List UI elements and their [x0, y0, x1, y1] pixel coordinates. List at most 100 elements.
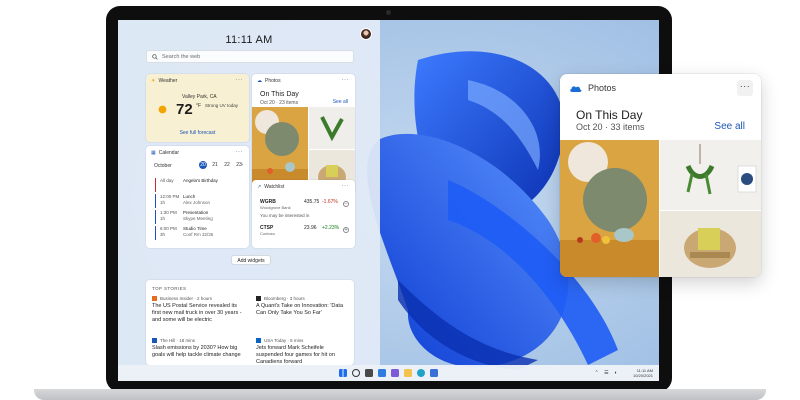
photos-popout-card[interactable]: Photos ··· On This Day Oct 20 · 33 items… — [560, 74, 761, 277]
taskbar-clock[interactable]: 11:11 AM 10/20/2021 — [633, 368, 653, 378]
event-subtitle: Alex Johnson — [183, 200, 211, 205]
news-headline: Jets forward Mark Scheifele suspended fo… — [256, 345, 335, 365]
news-story[interactable]: Business Insider · 2 hours The US Postal… — [152, 296, 247, 324]
photos-widget[interactable]: ☁ Photos ··· On This Day Oct 20 · 23 ite… — [252, 74, 355, 195]
news-headline: Slash emissions by 2030? How big goals w… — [152, 345, 241, 358]
top-stories-label: TOP STORIES — [152, 286, 187, 291]
watchlist-more-button[interactable]: ··· — [342, 183, 350, 189]
stock-company: Woodgrove Bank — [260, 205, 291, 210]
search-icon[interactable] — [352, 369, 360, 377]
top-stories-widget[interactable]: TOP STORIES Business Insider · 2 hours T… — [146, 280, 354, 365]
news-story[interactable]: Bloomberg · 3 hours A Quant's Take on In… — [256, 296, 351, 317]
user-avatar[interactable] — [360, 28, 372, 40]
watchlist-widget[interactable]: ↗ Watchlist ··· WGRB Woodgrove Bank 435.… — [252, 180, 355, 248]
cloud-icon — [570, 85, 582, 92]
calendar-more-button[interactable]: ··· — [236, 149, 244, 155]
calendar-widget[interactable]: ▦ Calendar ··· October 20 21 22 23 › All… — [146, 146, 249, 248]
task-view-icon[interactable] — [365, 369, 373, 377]
event-duration: 1h — [160, 200, 166, 205]
calendar-next-icon[interactable]: › — [241, 162, 243, 168]
event-subtitle: Skype Meeting — [183, 216, 213, 221]
weather-more-button[interactable]: ··· — [236, 77, 244, 83]
weather-icon: ☀ — [151, 78, 156, 84]
stock-row[interactable]: WGRB Woodgrove Bank 435.75 -1.67% — [260, 199, 350, 210]
weather-condition: Strong UV today — [205, 103, 239, 108]
event-subtitle: Conf Rm 32/35 — [183, 232, 214, 237]
search-placeholder: Search the web — [162, 53, 201, 60]
stock-row[interactable]: CTSP Contoso 23.96 +2.23% — [260, 225, 350, 236]
watchlist-title: Watchlist — [264, 184, 285, 190]
news-source: USA Today · 5 mins — [264, 338, 304, 343]
photos-more-button[interactable]: ··· — [342, 77, 350, 83]
edge-icon[interactable] — [417, 369, 425, 377]
web-search-box[interactable]: Search the web — [146, 50, 354, 63]
calendar-title: Calendar — [158, 150, 180, 156]
photos-popout-heading: On This Day — [576, 108, 643, 122]
calendar-icon: ▦ — [151, 150, 156, 156]
news-headline: A Quant's Take on Innovation: 'Data Can … — [256, 303, 344, 316]
calendar-event[interactable]: 12:00 PM 1h Lunch Alex Johnson — [155, 194, 245, 208]
photos-popout-grid[interactable] — [560, 140, 761, 277]
calendar-event[interactable]: All day Angela's Birthday — [155, 178, 245, 192]
calendar-day[interactable]: 22 — [223, 161, 231, 169]
taskbar-date: 10/20/2021 — [632, 373, 653, 378]
taskbar-icons — [339, 369, 438, 377]
photos-popout-subtitle: Oct 20 · 33 items — [576, 122, 645, 132]
stock-price: 23.96 — [304, 225, 317, 231]
weather-widget[interactable]: ☀ Weather ··· Valley Park, CA 72 °F Stro… — [146, 74, 249, 142]
photos-see-all-link[interactable]: See all — [333, 99, 348, 105]
event-duration: 1h — [160, 216, 166, 221]
add-widgets-button[interactable]: Add widgets — [231, 255, 271, 265]
calendar-event[interactable]: 6:00 PM 3h Studio Time Conf Rm 32/35 — [155, 226, 245, 240]
taskbar: ⌃ ☰ ◖ 11:11 AM 10/20/2021 — [118, 365, 659, 381]
event-duration: 3h — [160, 232, 166, 237]
news-source: Business Insider · 2 hours — [160, 296, 213, 301]
event-time: All day — [160, 178, 174, 183]
news-headline: The US Postal Service revealed its first… — [152, 303, 242, 323]
start-icon[interactable] — [339, 369, 347, 377]
news-source-icon — [256, 296, 261, 301]
weather-location: Valley Park, CA — [182, 94, 217, 100]
calendar-day[interactable]: 20 — [199, 161, 207, 169]
store-icon[interactable] — [430, 369, 438, 377]
widgets-icon[interactable] — [378, 369, 386, 377]
weather-unit[interactable]: °F — [196, 103, 201, 109]
news-source: The Hill · 18 mins — [160, 338, 196, 343]
sun-icon — [158, 105, 167, 114]
laptop-base — [34, 389, 766, 400]
calendar-month: October — [154, 163, 172, 169]
interested-label: You may be interested in — [260, 213, 310, 218]
calendar-event[interactable]: 1:30 PM 1h Presentation Skype Meeting — [155, 210, 245, 224]
add-stock-icon[interactable]: + — [343, 227, 349, 233]
photos-popout-see-all-link[interactable]: See all — [714, 121, 745, 132]
news-story[interactable]: The Hill · 18 mins Slash emissions by 20… — [152, 338, 247, 359]
photos-heading: On This Day — [260, 91, 299, 98]
search-icon — [152, 53, 158, 60]
weather-temperature: 72 — [176, 101, 193, 118]
full-forecast-link[interactable]: See full forecast — [146, 130, 249, 136]
widgets-panel: 11:11 AM Search the web ☀ Weather ··· Va… — [118, 20, 380, 365]
stock-company: Contoso — [260, 231, 275, 236]
calendar-day[interactable]: 21 — [211, 161, 219, 169]
news-story[interactable]: USA Today · 5 mins Jets forward Mark Sch… — [256, 338, 351, 365]
news-source-icon — [256, 338, 261, 343]
system-tray-icons[interactable]: ⌃ ☰ ◖ — [595, 370, 619, 376]
remove-stock-icon[interactable]: − — [343, 201, 349, 207]
webcam — [386, 10, 391, 15]
photos-popout-title: Photos — [588, 83, 617, 93]
weather-title: Weather — [158, 78, 178, 84]
stock-change: +2.23% — [322, 225, 340, 231]
news-source-icon — [152, 296, 157, 301]
file-explorer-icon[interactable] — [404, 369, 412, 377]
widgets-clock: 11:11 AM — [225, 34, 273, 46]
photos-subtitle: Oct 20 · 23 items — [260, 100, 299, 106]
news-source: Bloomberg · 3 hours — [264, 296, 305, 301]
stocks-icon: ↗ — [257, 184, 262, 190]
chat-icon[interactable] — [391, 369, 399, 377]
calendar-day-strip: 20 21 22 23 — [199, 161, 243, 169]
photos-popout-more-button[interactable]: ··· — [737, 80, 753, 96]
news-source-icon — [152, 338, 157, 343]
event-title: Angela's Birthday — [183, 178, 218, 183]
stock-change: -1.67% — [322, 199, 338, 205]
photos-title: Photos — [265, 78, 281, 84]
